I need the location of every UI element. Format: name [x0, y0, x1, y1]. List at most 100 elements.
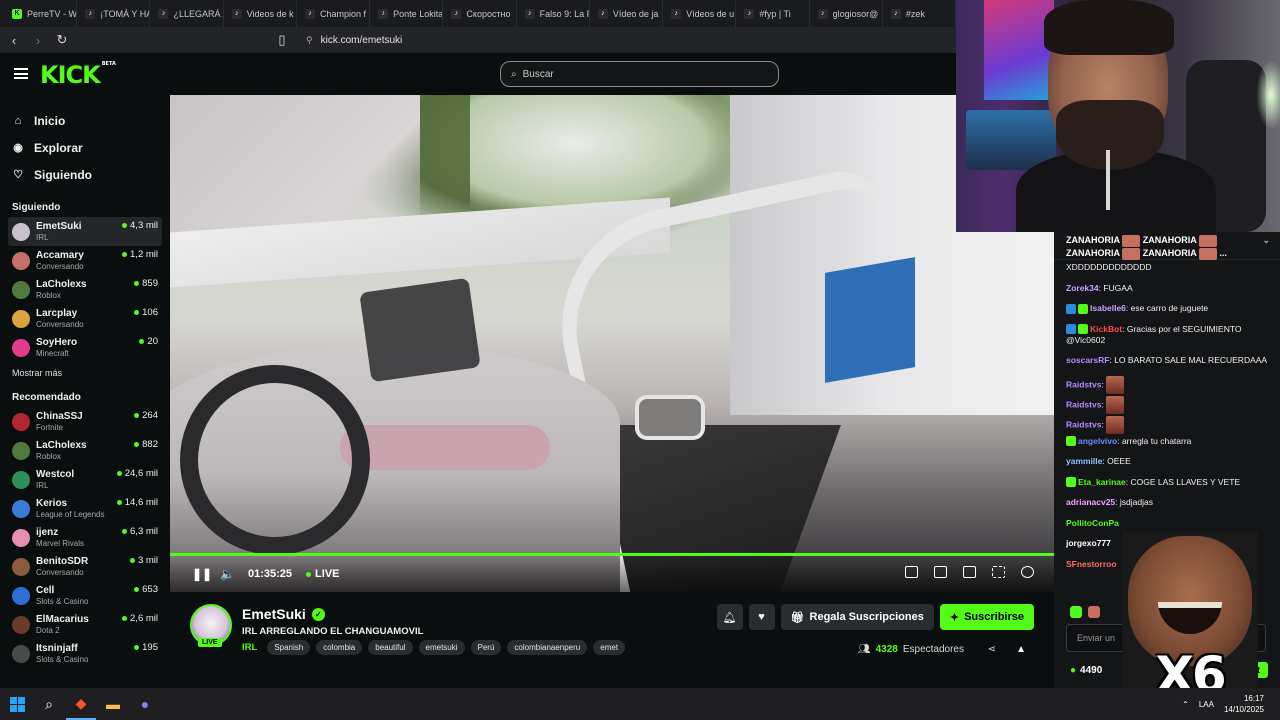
browser-tab[interactable]: ♪ Скоростно: [443, 0, 517, 27]
theater-icon[interactable]: [963, 566, 976, 578]
clip-icon[interactable]: [934, 566, 947, 578]
channel-viewer-count: 20: [147, 336, 158, 347]
url-field[interactable]: ⚲ kick.com/emetsuki: [306, 35, 402, 46]
forward-icon[interactable]: ›: [28, 33, 48, 48]
chat-username[interactable]: PollitoConPa: [1066, 518, 1119, 528]
stream-tag[interactable]: Perú: [470, 640, 502, 655]
stream-category[interactable]: IRL: [242, 642, 257, 653]
search-input[interactable]: ⌕ Buscar: [500, 61, 779, 87]
windows-start-icon[interactable]: [2, 688, 32, 720]
nav-item-siguiendo[interactable]: ♡ Siguiendo: [0, 161, 170, 188]
webcam-beard: [1056, 100, 1164, 170]
miniplayer-icon[interactable]: [905, 566, 918, 578]
channel-viewer-count: 1,2 mil: [130, 249, 158, 260]
volume-icon[interactable]: 🔈: [220, 567, 235, 581]
pause-icon[interactable]: ❚❚: [192, 567, 212, 581]
browser-tab[interactable]: ♪ ¡TOMÁ Y HA: [77, 0, 151, 27]
nav-item-inicio[interactable]: ⌂ Inicio: [0, 107, 170, 134]
settings-gear-icon[interactable]: [1021, 566, 1034, 578]
tiktok-icon: ♪: [158, 8, 169, 19]
streamer-name[interactable]: EmetSuki ✓: [242, 606, 325, 622]
reload-icon[interactable]: ↻: [52, 32, 72, 48]
sidebar-channel-soyhero[interactable]: SoyHero Minecraft 20: [0, 333, 170, 362]
channel-viewer-count: 24,6 mil: [124, 468, 158, 479]
emote-icon[interactable]: [1088, 606, 1100, 618]
heart-icon: ♡: [13, 169, 23, 181]
chat-username[interactable]: jorgexo777: [1066, 538, 1111, 548]
gift-subs-button[interactable]: 🎁︎ Regala Suscripciones: [780, 604, 934, 630]
chat-username[interactable]: Isabelle6: [1090, 303, 1126, 313]
sidebar-channel-chinassj[interactable]: ChinaSSJ Fortnite 264: [0, 407, 170, 436]
report-icon[interactable]: ▲: [1016, 644, 1026, 655]
browser-tab[interactable]: ♪ Vídeo de ja: [590, 0, 664, 27]
sidebar-channel-westcol[interactable]: Westcol IRL 24,6 mil: [0, 465, 170, 494]
clock[interactable]: 16:17 14/10/2025: [1224, 693, 1264, 715]
browser-tab[interactable]: ♪ glogiosor@: [810, 0, 883, 27]
sidebar-channel-larcplay[interactable]: Larcplay Conversando 106: [0, 304, 170, 333]
sidebar-channel-lacholexs[interactable]: LaCholexs Roblox 859: [0, 275, 170, 304]
notification-bell-button[interactable]: 🔔︎: [716, 604, 743, 630]
share-icon[interactable]: ⋖: [988, 644, 996, 655]
stream-tag[interactable]: emet: [593, 640, 626, 655]
chat-username[interactable]: Raidstvs: [1066, 379, 1101, 389]
keyboard-language[interactable]: LAA: [1199, 700, 1214, 709]
chat-username[interactable]: Raidstvs: [1066, 399, 1101, 409]
nav-item-explorar[interactable]: ◉ Explorar: [0, 134, 170, 161]
browser-tab[interactable]: ♪ #zek: [883, 0, 956, 27]
emote-icon[interactable]: [1070, 606, 1082, 618]
chat-username[interactable]: KickBot: [1090, 324, 1122, 334]
browser-tab[interactable]: ♪ Vídeos de u: [663, 0, 737, 27]
stream-tag[interactable]: Spanish: [267, 640, 311, 655]
back-icon[interactable]: ‹: [4, 33, 24, 48]
show-more-link[interactable]: Mostrar más: [0, 362, 170, 384]
channel-viewers: 1,2 mil: [122, 249, 158, 260]
stream-tag[interactable]: emetsuki: [418, 640, 465, 655]
sidebar-channel-kerios[interactable]: Kerios League of Legends 14,6 mil: [0, 494, 170, 523]
browser-tab[interactable]: ♪ Ponte Lokita: [370, 0, 444, 27]
stream-tag[interactable]: colombianaenperu: [507, 640, 588, 655]
menu-icon[interactable]: [14, 68, 28, 79]
sidebar-channel-benitosdr[interactable]: BenitoSDR Conversando 3 mil: [0, 552, 170, 581]
chat-username[interactable]: Eta_karinae: [1078, 477, 1126, 487]
search-icon[interactable]: ⌕: [34, 688, 64, 720]
file-explorer-icon[interactable]: ▬: [98, 688, 128, 720]
brave-browser-icon[interactable]: ◆: [66, 688, 96, 720]
channel-viewers: 4,3 mil: [122, 220, 158, 231]
browser-tab[interactable]: ♪ Champion f: [297, 0, 371, 27]
sidebar-channel-lacholexs[interactable]: LaCholexs Roblox 882: [0, 436, 170, 465]
bookmark-icon[interactable]: ▯: [272, 32, 292, 48]
discord-icon[interactable]: ●: [130, 688, 160, 720]
follow-button[interactable]: ♥: [748, 604, 775, 630]
channel-category: IRL: [36, 480, 49, 490]
channel-points[interactable]: ● 4490: [1070, 665, 1102, 676]
chat-username[interactable]: Zorek34: [1066, 283, 1099, 293]
chat-username[interactable]: adrianacv25: [1066, 497, 1115, 507]
site-info-icon[interactable]: ⚲: [306, 35, 313, 46]
browser-tab[interactable]: ♪ ¿LLEGARÁ A: [150, 0, 224, 27]
chat-username[interactable]: soscarsRF: [1066, 355, 1109, 365]
subscribe-button[interactable]: ✦ Suscribirse: [939, 604, 1034, 630]
browser-tab[interactable]: ♪ Videos de k: [224, 0, 297, 27]
video-player[interactable]: ❚❚ 🔈 01:35:25 LIVE: [170, 95, 1054, 592]
heart-icon: ♥: [758, 611, 765, 623]
sidebar-channel-elmacarius[interactable]: ElMacarius Dota 2 2,6 mil: [0, 610, 170, 639]
sidebar-channel-emetsuki[interactable]: EmetSuki IRL 4,3 mil: [8, 217, 162, 246]
chat-username[interactable]: angelvivo: [1078, 436, 1117, 446]
sidebar-channel-itsninjaff[interactable]: Itsninjaff Slots & Casino 195: [0, 639, 170, 668]
chat-username[interactable]: SFnestorroo: [1066, 559, 1117, 569]
sidebar-channel-accamary[interactable]: Accamary Conversando 1,2 mil: [0, 246, 170, 275]
stream-tag[interactable]: colombia: [316, 640, 363, 655]
stream-tag[interactable]: beautiful: [368, 640, 413, 655]
kick-logo[interactable]: KICK BETA: [40, 61, 116, 89]
sidebar-channel-cell[interactable]: Cell Slots & Casino 653: [0, 581, 170, 610]
fullscreen-icon[interactable]: [992, 566, 1005, 578]
chat-username[interactable]: yammille: [1066, 456, 1102, 466]
chevron-up-icon[interactable]: ⌃: [1182, 700, 1189, 709]
chat-username[interactable]: Raidstvs: [1066, 419, 1101, 429]
browser-tab[interactable]: ♪ Falso 9: La F: [517, 0, 590, 27]
chat-pinned-message[interactable]: ZANAHORIA ZANAHORIA ZANAHORIA ZANAHORIA …: [1054, 232, 1280, 260]
chevron-down-icon[interactable]: ⌄: [1262, 234, 1270, 247]
browser-tab[interactable]: K PerreTV - W: [4, 0, 78, 27]
browser-tab[interactable]: ♪ #fyp | Ti: [736, 0, 810, 27]
sidebar-channel-ijenz[interactable]: ijenz Marvel Rivals 6,3 mil: [0, 523, 170, 552]
